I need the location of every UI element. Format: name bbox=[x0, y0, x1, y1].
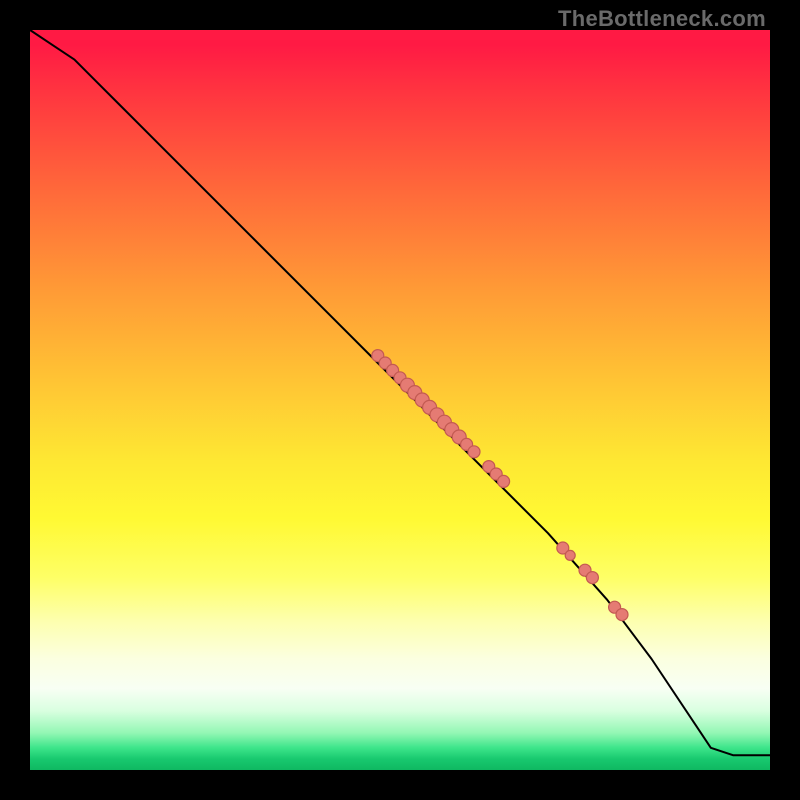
data-point bbox=[498, 475, 510, 487]
data-point bbox=[468, 446, 480, 458]
data-point bbox=[565, 550, 575, 560]
data-point bbox=[586, 572, 598, 584]
chart-svg bbox=[30, 30, 770, 770]
watermark-text: TheBottleneck.com bbox=[558, 6, 766, 32]
chart-frame: TheBottleneck.com bbox=[0, 0, 800, 800]
data-points bbox=[372, 350, 628, 621]
plot-area bbox=[30, 30, 770, 770]
data-point bbox=[616, 609, 628, 621]
curve-line bbox=[30, 30, 770, 755]
